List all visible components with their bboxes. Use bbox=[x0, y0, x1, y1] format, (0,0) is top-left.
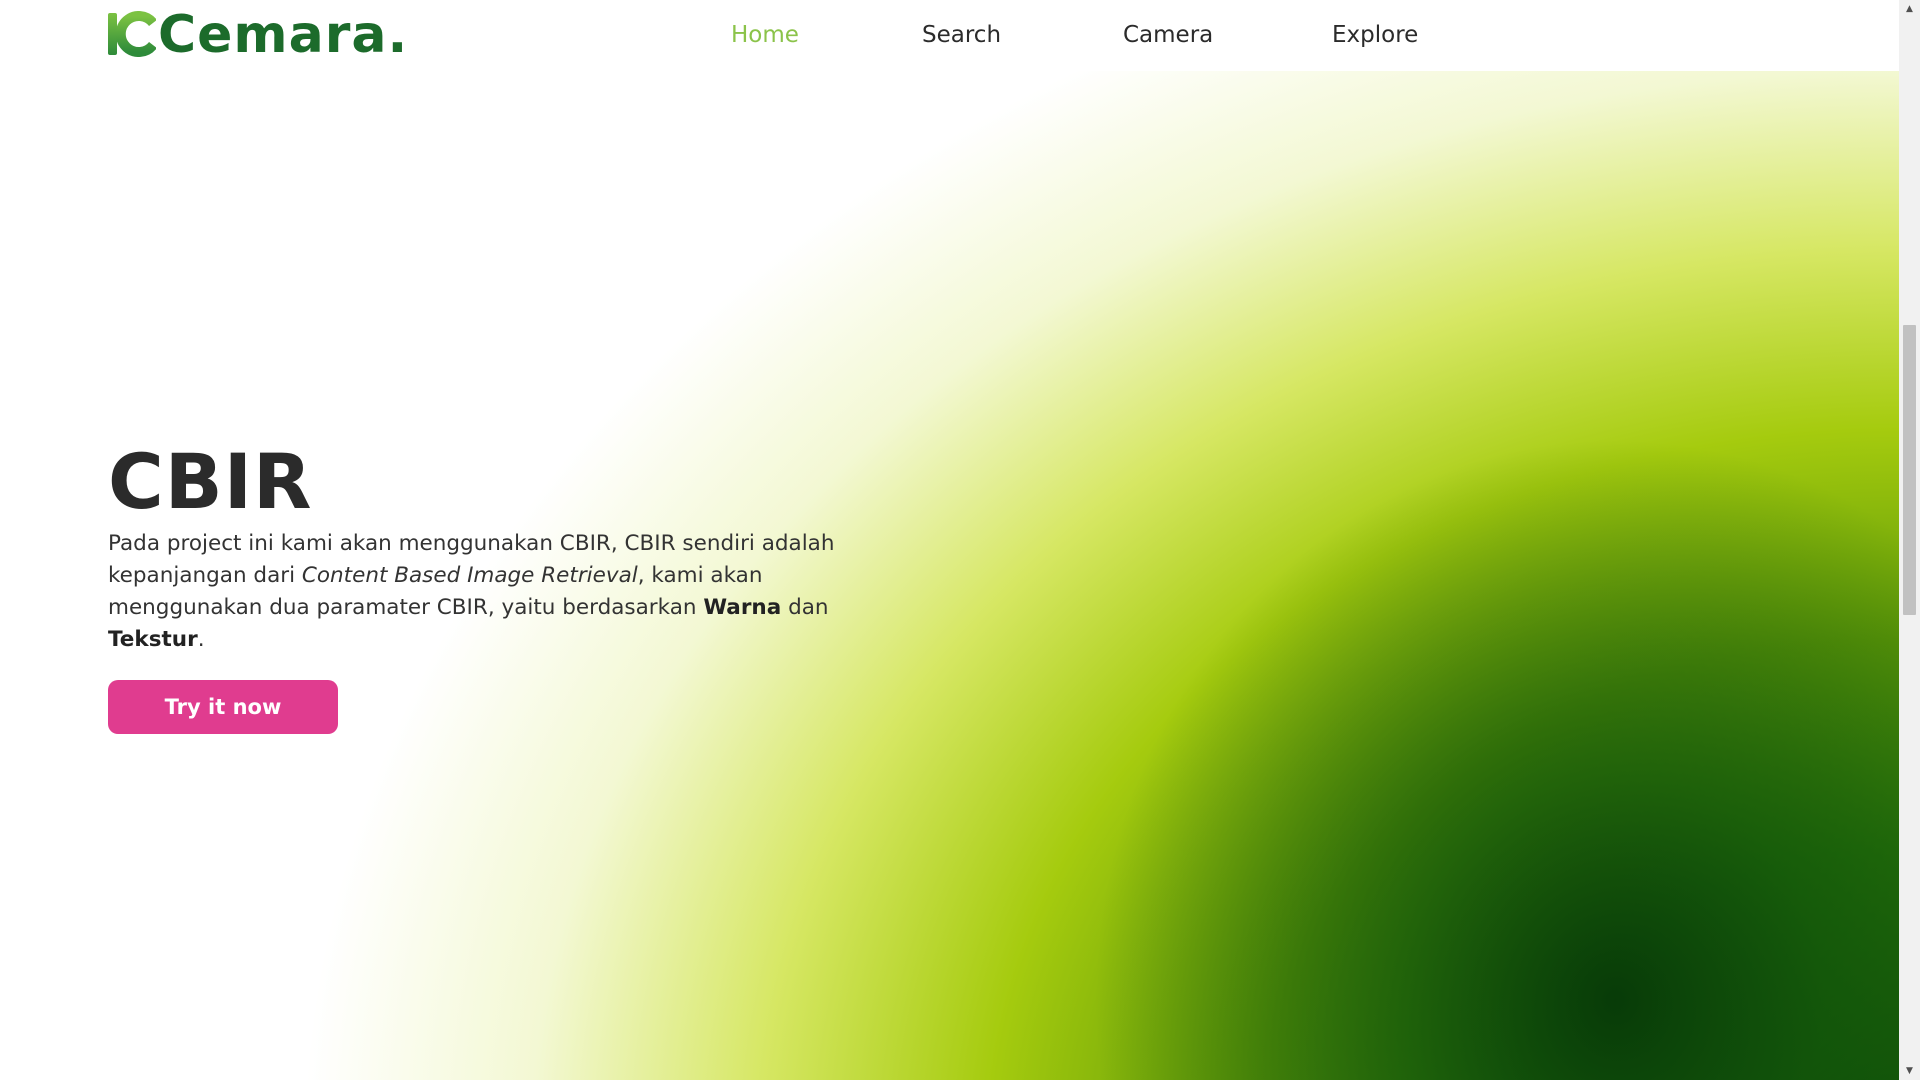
navbar: Cemara. Home Search Camera Explore bbox=[0, 0, 1899, 71]
try-it-now-button[interactable]: Try it now bbox=[108, 680, 338, 734]
arrow-up-icon[interactable]: ▲ bbox=[1899, 0, 1920, 18]
page-viewport: Cemara. Home Search Camera Explore CBIR … bbox=[0, 0, 1899, 1080]
logo-mark-icon bbox=[106, 11, 156, 57]
brand-name: Cemara bbox=[158, 5, 388, 65]
desc-bold-warna: Warna bbox=[703, 595, 782, 620]
nav-item-search[interactable]: Search bbox=[922, 22, 1001, 48]
vertical-scrollbar[interactable]: ▲ ▼ bbox=[1899, 0, 1920, 1080]
scrollbar-thumb[interactable] bbox=[1903, 325, 1916, 615]
desc-italic-term: Content Based Image Retrieval bbox=[301, 563, 638, 588]
hero-title: CBIR bbox=[108, 437, 313, 526]
arrow-down-icon[interactable]: ▼ bbox=[1899, 1062, 1920, 1080]
desc-text-4: . bbox=[197, 627, 205, 652]
nav-item-explore[interactable]: Explore bbox=[1332, 22, 1418, 48]
nav-item-home[interactable]: Home bbox=[731, 22, 799, 48]
hero-description: Pada project ini kami akan menggunakan C… bbox=[108, 528, 898, 656]
nav-item-camera[interactable]: Camera bbox=[1123, 22, 1213, 48]
brand-dot: . bbox=[387, 5, 409, 65]
desc-text-3: dan bbox=[781, 595, 829, 620]
hero-content: CBIR Pada project ini kami akan mengguna… bbox=[108, 440, 908, 734]
desc-bold-tekstur: Tekstur bbox=[108, 627, 198, 652]
brand-logo[interactable]: Cemara. bbox=[106, 5, 409, 65]
